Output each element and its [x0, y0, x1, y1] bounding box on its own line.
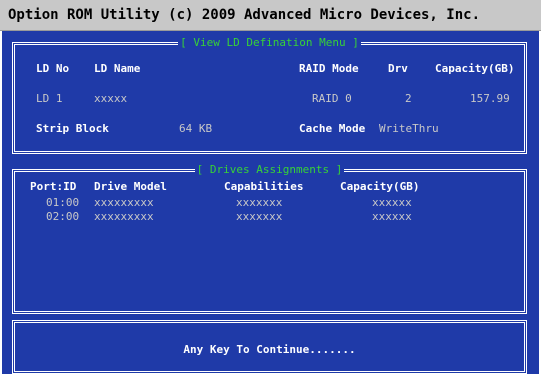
drive-port: 02:00	[46, 210, 80, 223]
drv-header: Drv	[388, 62, 408, 75]
capabilities-header: Capabilities	[224, 180, 304, 193]
continue-panel[interactable]: Any Key To Continue.......	[12, 320, 527, 374]
ld-no-header: LD No	[36, 62, 70, 75]
ld-panel-title: [ View LD Defination Menu ]	[178, 36, 361, 49]
port-id-header: Port:ID	[30, 180, 77, 193]
strip-block-value: 64 KB	[179, 122, 213, 135]
title-bar-text: Option ROM Utility (c) 2009 Advanced Mic…	[8, 7, 481, 23]
drive-model-header: Drive Model	[94, 180, 167, 193]
ld-definition-panel: [ View LD Defination Menu ] LD No LD Nam…	[12, 36, 527, 154]
strip-block-label: Strip Block	[36, 122, 109, 135]
drive-capabilities: xxxxxxx	[236, 196, 283, 209]
drv-value: 2	[405, 92, 412, 105]
drive-model: xxxxxxxxx	[94, 196, 154, 209]
drive-port: 01:00	[46, 196, 80, 209]
ld-name-value: xxxxx	[94, 92, 128, 105]
cache-mode-value: WriteThru	[379, 122, 439, 135]
bios-screen: [ View LD Defination Menu ] LD No LD Nam…	[2, 31, 539, 374]
drives-panel-title: [ Drives Assignments ]	[194, 163, 345, 176]
raid-mode-header: RAID Mode	[299, 62, 359, 75]
drive-model: xxxxxxxxx	[94, 210, 154, 223]
raid-mode-value: RAID 0	[312, 92, 352, 105]
drive-capabilities: xxxxxxx	[236, 210, 283, 223]
any-key-prompt[interactable]: Any Key To Continue.......	[15, 343, 524, 357]
ld-no-value: LD 1	[36, 92, 63, 105]
drive-capacity-header: Capacity(GB)	[340, 180, 420, 193]
drives-assignments-panel: [ Drives Assignments ] Port:ID Drive Mod…	[12, 163, 527, 314]
capacity-header: Capacity(GB)	[435, 62, 515, 75]
ld-name-header: LD Name	[94, 62, 141, 75]
title-bar: Option ROM Utility (c) 2009 Advanced Mic…	[0, 0, 541, 31]
drive-capacity: xxxxxx	[372, 210, 412, 223]
cache-mode-label: Cache Mode	[299, 122, 366, 135]
capacity-value: 157.99	[470, 92, 510, 105]
drive-capacity: xxxxxx	[372, 196, 412, 209]
